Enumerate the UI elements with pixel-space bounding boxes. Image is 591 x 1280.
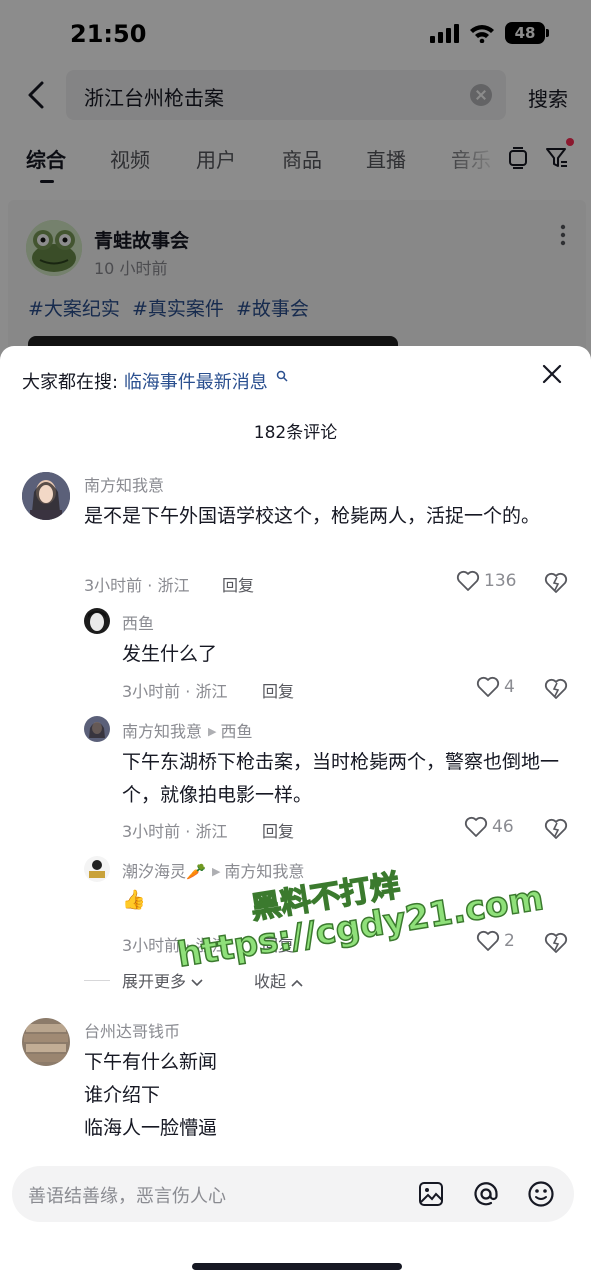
image-icon[interactable] [418,1181,444,1207]
user-avatar-icon [22,472,70,520]
reply-arrow-icon: ▶ [208,725,217,738]
close-icon[interactable] [542,364,562,384]
dislike-icon[interactable] [544,818,568,840]
avatar[interactable] [84,716,110,742]
dislike-icon[interactable] [544,572,568,594]
divider [84,980,110,981]
reply-button[interactable]: 回复 [262,818,294,842]
trending-search-keyword[interactable]: 临海事件最新消息 [124,372,268,393]
comment-input-placeholder: 善语结善缘，恶言伤人心 [28,1186,226,1207]
comment-text: 下午东湖桥下枪击案，当时枪毙两个，警察也倒地一个，就像拍电影一样。 [122,751,560,806]
user-avatar-icon [84,856,110,882]
like-button[interactable]: 136 [456,570,516,592]
chevron-down-icon [191,979,203,987]
expand-more-label: 展开更多 [122,972,187,991]
reply-target[interactable]: 南方知我意 [224,862,304,881]
emoji-icon[interactable] [527,1180,555,1208]
comment-username[interactable]: 南方知我意 [84,472,164,496]
reply-button[interactable]: 回复 [262,932,294,956]
like-button[interactable]: 4 [476,676,515,698]
reply-button[interactable]: 回复 [262,678,294,702]
trending-search[interactable]: 大家都在搜: 临海事件最新消息 [22,368,288,394]
avatar[interactable] [84,608,110,634]
comment-text: 👍 [122,889,146,911]
comment-meta: 3小时前 · 浙江 [122,936,228,955]
comment-username[interactable]: 南方知我意 ▶ 西鱼 [122,718,253,742]
heart-icon [456,570,480,591]
comment-text: 是不是下午外国语学校这个，枪毙两人，活捉一个的。 [84,505,541,527]
comment-line: 下午有什么新闻 [84,1051,218,1073]
avatar[interactable] [22,1018,70,1066]
like-button[interactable]: 2 [476,930,515,952]
comment-meta: 3小时前 · 浙江 [122,682,228,701]
comment-text: 发生什么了 [122,643,218,665]
heart-icon [476,676,500,697]
user-avatar-icon [84,608,110,634]
comment-line: 临海人一脸懵逼 [84,1117,218,1139]
comment-username[interactable]: 台州达哥钱币 [84,1018,180,1042]
reply-author[interactable]: 南方知我意 [122,722,202,741]
dislike-icon[interactable] [544,678,568,700]
like-count: 2 [504,931,515,951]
mention-icon[interactable] [472,1180,500,1208]
reply-author[interactable]: 潮汐海灵🥕 [122,862,206,881]
comment-input[interactable]: 善语结善缘，恶言伤人心 [12,1166,574,1222]
comment-text: 下午有什么新闻 谁介绍下 临海人一脸懵逼 [84,1046,544,1145]
heart-icon [464,816,488,837]
collapse-label: 收起 [254,972,287,991]
heart-icon [476,930,500,951]
comment-username[interactable]: 潮汐海灵🥕 ▶ 南方知我意 [122,858,304,882]
comment-count: 182条评论 [253,423,338,443]
expand-more-button[interactable]: 展开更多 [122,968,203,992]
comment-sheet: 大家都在搜: 临海事件最新消息 182条评论 南方知我意 是不是下午外国语学校这… [0,346,591,1280]
like-button[interactable]: 46 [464,816,514,838]
search-icon [276,370,288,382]
thread-controls: 展开更多 收起 [84,968,484,996]
chevron-up-icon [291,979,303,987]
comment-username[interactable]: 西鱼 [122,610,154,634]
like-count: 4 [504,677,515,697]
comment-meta: 3小时前 · 浙江 [122,822,228,841]
coins-avatar-icon [22,1018,70,1066]
reply-arrow-icon: ▶ [211,865,221,878]
comment-line: 谁介绍下 [84,1084,161,1106]
home-indicator[interactable] [192,1263,402,1270]
dislike-icon[interactable] [544,932,568,954]
avatar[interactable] [84,856,110,882]
reply-button[interactable]: 回复 [222,572,254,596]
like-count: 136 [484,571,517,591]
watermark-url: https://cgdy21.com [174,877,547,976]
like-count: 46 [492,817,514,837]
comment-meta: 3小时前 · 浙江 [84,576,190,595]
trending-search-label: 大家都在搜: [22,372,119,393]
reply-target[interactable]: 西鱼 [220,722,252,741]
avatar[interactable] [22,472,70,520]
user-avatar-icon [84,716,110,742]
collapse-button[interactable]: 收起 [254,968,303,992]
